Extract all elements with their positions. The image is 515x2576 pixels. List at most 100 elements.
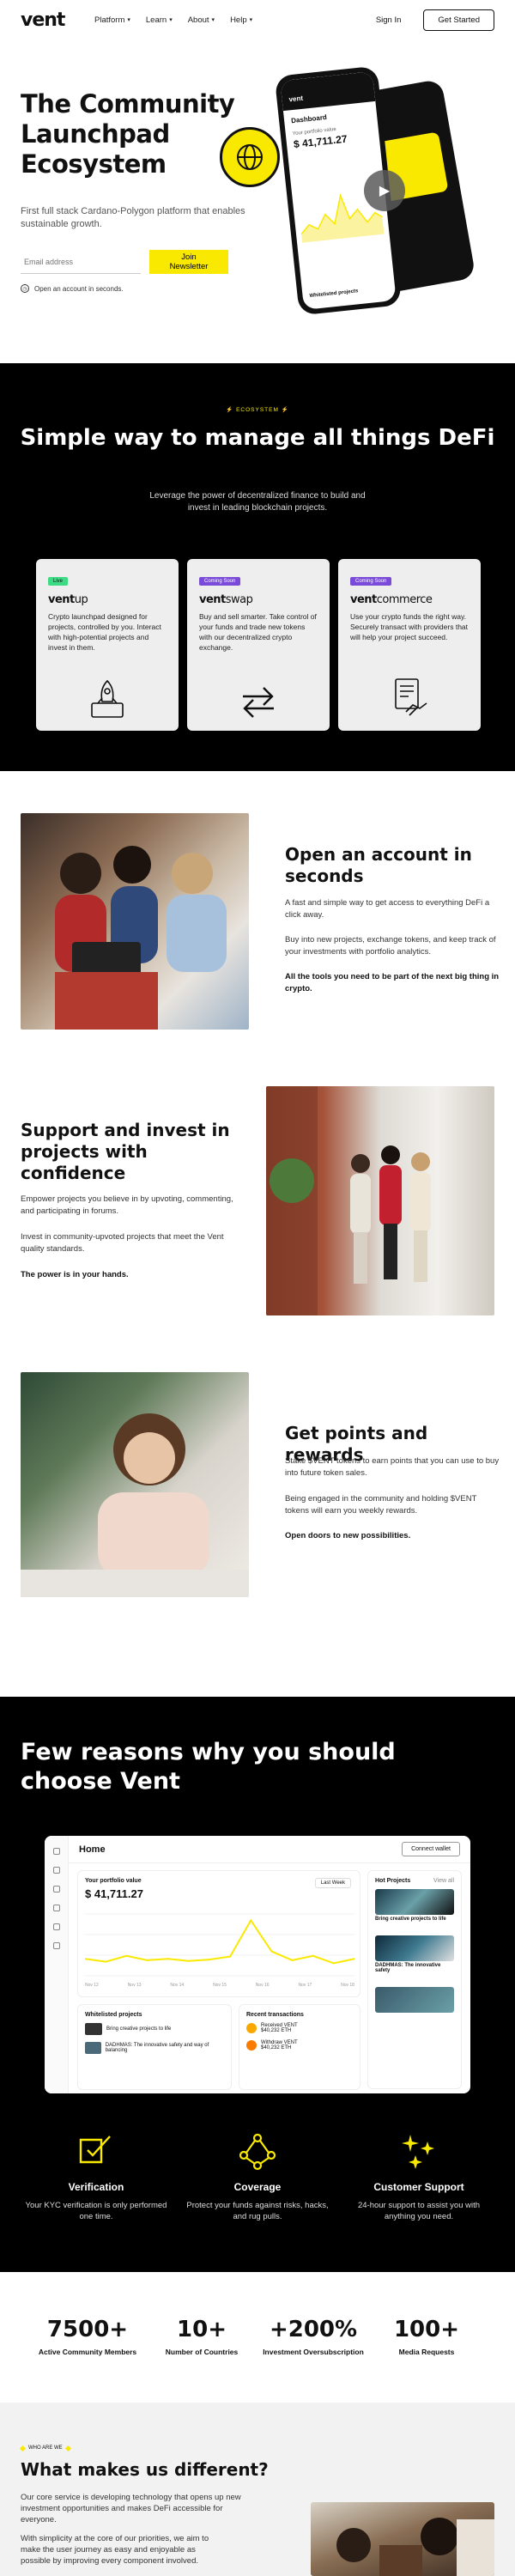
nav-item-platform[interactable]: Platform ▾ — [94, 15, 130, 25]
contract-handshake-icon — [338, 677, 481, 719]
reason-description: Protect your funds against risks, hacks,… — [186, 2201, 329, 2221]
hot-project-image — [375, 1935, 454, 1961]
stat-countries: 10+ Number of Countries — [142, 2317, 262, 2356]
feature-1-text-2: Buy into new projects, exchange tokens, … — [285, 935, 496, 957]
transactions-title: Recent transactions — [246, 2012, 304, 2018]
hot-project-title[interactable]: Bring creative projects to life — [368, 1915, 461, 1923]
join-newsletter-button[interactable]: Join Newsletter — [149, 250, 228, 274]
nav-item-about[interactable]: About ▾ — [188, 15, 215, 25]
feature-3-text-2: Being engaged in the community and holdi… — [285, 1494, 477, 1516]
smiling-woman-photo — [21, 1372, 249, 1597]
globe-coin-icon — [220, 127, 280, 187]
email-field[interactable] — [21, 250, 141, 274]
nav-item-help[interactable]: Help ▾ — [230, 15, 252, 25]
range-select[interactable]: Last Week — [314, 1878, 351, 1888]
stat-media: 100+ Media Requests — [367, 2317, 487, 2356]
brand-light: commerce — [376, 593, 433, 606]
whitelisted-panel: Whitelisted projects Bring creative proj… — [77, 2004, 232, 2090]
data-point — [125, 1954, 128, 1957]
stat-oversubscription: +200% Investment Oversubscription — [253, 2317, 373, 2356]
ecosystem-card-ventswap[interactable]: Coming Soon ventswap Buy and sell smarte… — [187, 559, 330, 731]
rocket-icon — [36, 677, 179, 719]
hot-project-image — [375, 1889, 454, 1915]
status-badge: Coming Soon — [350, 577, 392, 586]
chevron-down-icon: ▾ — [169, 17, 173, 23]
ecosystem-title: Simple way to manage all things DeFi — [20, 425, 495, 451]
card-brand: ventswap — [199, 593, 318, 606]
friends-photo — [21, 813, 249, 1030]
project-thumbnail — [85, 2023, 102, 2035]
transactions-panel: Recent transactions Received VENT $40,232… — [239, 2004, 360, 2090]
list-item[interactable]: Bring creative projects to life — [78, 2020, 231, 2038]
feature-2-text-1: Empower projects you believe in by upvot… — [21, 1194, 233, 1216]
about-tag: WHO ARE WE — [19, 2445, 71, 2451]
nav-item-label: Learn — [145, 15, 167, 25]
stat-label: Active Community Members — [38, 2348, 137, 2356]
view-all-link[interactable]: View all — [427, 1871, 461, 1886]
hot-project-image — [375, 1987, 454, 2013]
hot-project-title[interactable]: DADHMAS: The innovative safety — [368, 1961, 461, 1975]
clock-icon: ◷ — [21, 284, 29, 293]
transaction-amount: $40,232 ETH — [261, 2028, 292, 2033]
data-point — [270, 1950, 273, 1953]
dashboard-sidebar — [45, 1836, 69, 2093]
get-started-button[interactable]: Get Started — [423, 9, 494, 31]
stat-label: Media Requests — [398, 2348, 455, 2356]
list-item: Received VENT $40,232 ETH — [239, 2020, 360, 2037]
play-video-button[interactable]: ▶ — [364, 170, 405, 211]
stat-number: 10+ — [177, 2317, 227, 2342]
chevron-down-icon: ▾ — [249, 17, 253, 23]
nav-item-label: About — [187, 15, 209, 25]
team-meeting-photo — [311, 2502, 494, 2576]
list-item: Withdraw VENT $40,232 ETH — [239, 2037, 360, 2054]
play-icon: ▶ — [379, 184, 391, 198]
reason-title: Verification — [68, 2181, 124, 2193]
data-point — [332, 1962, 335, 1965]
stat-label: Number of Countries — [165, 2348, 239, 2356]
x-tick-label: Nov 14 — [170, 1983, 185, 1988]
stat-label: Investment Oversubscription — [263, 2348, 364, 2356]
about-title: What makes us different? — [21, 2459, 269, 2480]
reason-title: Customer Support — [373, 2181, 464, 2193]
card-brand: ventcommerce — [350, 593, 469, 606]
ecosystem-section: ⚡ ECOSYSTEM ⚡ Simple way to manage all t… — [0, 363, 515, 771]
ecosystem-card-ventup[interactable]: Live ventup Crypto launchpad designed fo… — [36, 559, 179, 731]
stat-number: 7500+ — [46, 2317, 129, 2342]
coin-icon — [246, 2023, 257, 2033]
x-tick-label: Nov 12 — [85, 1983, 99, 1988]
chart-x-axis: Nov 12 Nov 13 Nov 14 Nov 15 Nov 16 Nov 17 Nov … — [85, 1983, 354, 1988]
network-nodes-icon — [180, 2133, 335, 2171]
list-item-label: Bring creative projects to life — [106, 2026, 172, 2032]
sparkles-icon — [342, 2133, 496, 2171]
sign-in-link[interactable]: Sign In — [376, 15, 402, 25]
x-tick-label: Nov 13 — [127, 1983, 142, 1988]
brand-light: up — [74, 593, 88, 606]
x-tick-label: Nov 17 — [298, 1983, 312, 1988]
series-line — [85, 1918, 354, 1965]
list-item-label: DADHMAS: The innovative safety and way o… — [105, 2043, 209, 2053]
logo[interactable]: vent — [21, 9, 81, 31]
diamond-icon — [64, 2445, 71, 2451]
feature-1-bold: All the tools you need to be part of the… — [285, 972, 500, 993]
coin-icon — [246, 2040, 257, 2050]
hero-subtitle: First full stack Cardano-Polygon platfor… — [21, 206, 245, 229]
brand-bold: vent — [48, 593, 75, 606]
feature-2-text-2: Invest in community-upvoted projects tha… — [21, 1232, 224, 1254]
ecosystem-card-ventcommerce[interactable]: Coming Soon ventcommerce Use your crypto… — [338, 559, 481, 731]
status-badge: Coming Soon — [199, 577, 241, 586]
x-tick-label: Nov 15 — [213, 1983, 227, 1988]
chevron-down-icon: ▾ — [127, 17, 130, 23]
data-point — [167, 1958, 169, 1960]
nav-item-learn[interactable]: Learn ▾ — [146, 15, 173, 25]
chart-icon — [52, 1905, 60, 1911]
connect-wallet-button[interactable]: Connect wallet — [402, 1842, 460, 1856]
about-text-2: With simplicity at the core of our prior… — [21, 2534, 209, 2566]
feature-2-title: Support and invest in projects with conf… — [21, 1120, 230, 1183]
about-section: WHO ARE WE What makes us different? Our … — [0, 2403, 515, 2576]
chevron-down-icon: ▾ — [211, 17, 215, 23]
list-item[interactable]: DADHMAS: The innovative safety and way o… — [78, 2038, 231, 2057]
brand-light: swap — [225, 593, 253, 606]
diamond-icon — [19, 2445, 27, 2451]
feature-1-text-1: A fast and simple way to get access to e… — [285, 898, 490, 920]
stat-number: 100+ — [393, 2317, 460, 2342]
